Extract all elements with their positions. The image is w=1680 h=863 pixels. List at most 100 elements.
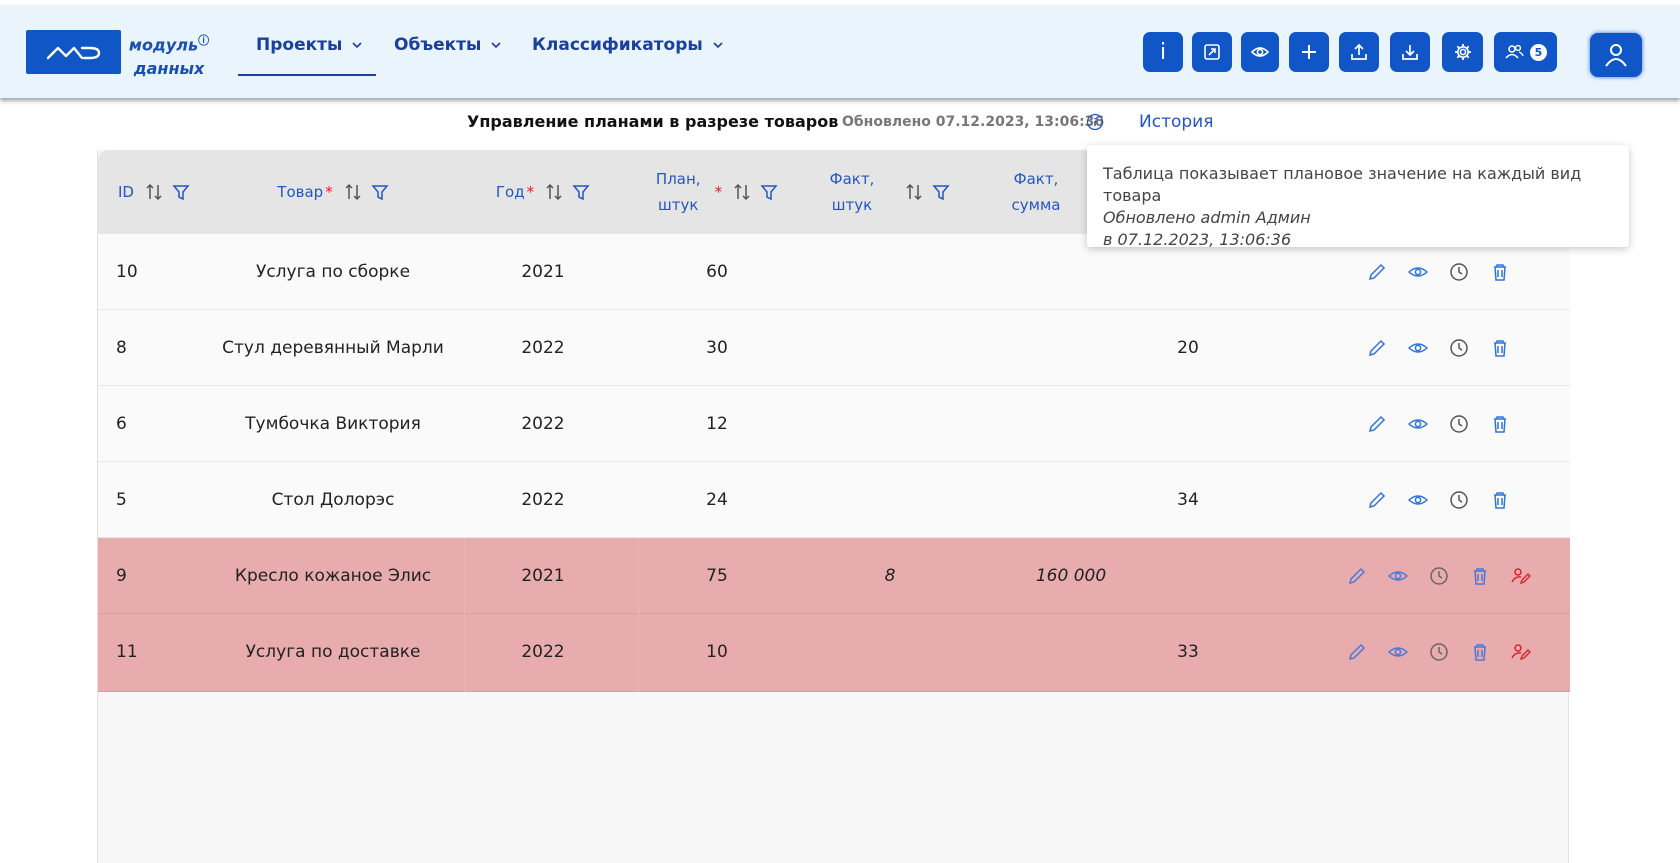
trash-icon[interactable]: [1489, 261, 1511, 283]
filter-icon[interactable]: [572, 183, 590, 201]
user-edit-icon[interactable]: [1510, 565, 1532, 587]
tooltip-text: Таблица показывает плановое значение на …: [1103, 164, 1582, 205]
eye-icon[interactable]: [1407, 413, 1429, 435]
column-header-product-label: Товар: [277, 183, 324, 201]
user-avatar-button[interactable]: [1590, 33, 1642, 77]
edit-icon[interactable]: [1346, 641, 1368, 663]
cell-extra: [1138, 386, 1238, 462]
sort-icon[interactable]: [144, 182, 164, 202]
table-row[interactable]: 6 Тумбочка Виктория 2022 12: [98, 386, 1570, 462]
trash-icon[interactable]: [1489, 489, 1511, 511]
history-icon[interactable]: [1448, 337, 1470, 359]
column-header-fact-sum[interactable]: Факт, сумма: [976, 150, 1096, 234]
settings-button[interactable]: [1442, 32, 1483, 72]
history-link[interactable]: История: [1139, 112, 1213, 132]
table-row-highlighted[interactable]: 9 Кресло кожаное Элис 2021 75 8 160 000: [98, 538, 1570, 614]
download-button[interactable]: [1390, 32, 1430, 72]
page-title: Управление планами в разрезе товаров: [467, 112, 839, 131]
cell-year: 2021: [521, 262, 565, 282]
history-icon[interactable]: [1448, 413, 1470, 435]
filter-icon[interactable]: [172, 183, 190, 201]
chevron-down-icon: [713, 42, 723, 49]
row-actions: [1366, 386, 1511, 462]
users-count-badge: 5: [1530, 43, 1547, 61]
logo-icon: [46, 46, 101, 60]
logo-line1: модуль: [128, 35, 199, 55]
column-header-fact-sum-line1: Факт,: [1013, 170, 1059, 188]
open-external-button[interactable]: [1192, 32, 1232, 72]
trash-icon[interactable]: [1489, 337, 1511, 359]
chevron-down-icon: [352, 42, 362, 49]
edit-icon[interactable]: [1366, 261, 1388, 283]
history-icon[interactable]: [1428, 641, 1450, 663]
edit-icon[interactable]: [1346, 565, 1368, 587]
eye-icon: [1250, 47, 1270, 57]
users-button[interactable]: 5: [1494, 32, 1557, 72]
column-header-year[interactable]: Год *: [456, 150, 630, 234]
trash-icon[interactable]: [1489, 413, 1511, 435]
add-button[interactable]: [1289, 32, 1329, 72]
logo[interactable]: [26, 30, 121, 74]
eye-icon[interactable]: [1407, 337, 1429, 359]
cell-plan: 12: [706, 414, 728, 434]
edit-icon[interactable]: [1366, 489, 1388, 511]
trash-icon[interactable]: [1469, 641, 1491, 663]
column-header-plan-line2: штук: [658, 196, 699, 214]
column-header-fact-qty-line2: штук: [831, 196, 873, 214]
sort-icon[interactable]: [343, 182, 363, 202]
column-header-plan[interactable]: План, штук *: [630, 150, 804, 234]
gear-icon: [1454, 44, 1471, 60]
upload-button[interactable]: [1339, 32, 1379, 72]
column-header-product[interactable]: Товар *: [210, 150, 456, 234]
cell-plan: 60: [706, 262, 728, 282]
eye-icon[interactable]: [1407, 261, 1429, 283]
view-button[interactable]: [1241, 32, 1279, 72]
info-icon: ⓘ: [198, 34, 210, 47]
logo-line2: данных: [133, 59, 205, 79]
eye-icon[interactable]: [1387, 565, 1409, 587]
cell-year: 2021: [521, 566, 565, 586]
cell-extra: 33: [1177, 642, 1199, 662]
chevron-down-icon: [491, 42, 501, 49]
filter-icon[interactable]: [932, 183, 950, 201]
sort-icon[interactable]: [904, 182, 924, 202]
edit-icon[interactable]: [1366, 337, 1388, 359]
cell-plan: 10: [706, 642, 728, 662]
info-icon[interactable]: [1086, 113, 1104, 131]
row-actions: [1366, 310, 1511, 386]
filter-icon[interactable]: [760, 183, 778, 201]
history-icon[interactable]: [1448, 261, 1470, 283]
table-row[interactable]: 5 Стол Долорэс 2022 24 34: [98, 462, 1570, 538]
user-edit-icon[interactable]: [1510, 641, 1532, 663]
nav-objects[interactable]: Объекты: [394, 35, 503, 55]
column-header-fact-qty-line1: Факт,: [829, 170, 875, 188]
eye-icon[interactable]: [1407, 489, 1429, 511]
edit-icon[interactable]: [1366, 413, 1388, 435]
cell-id: 8: [116, 338, 127, 358]
cell-fact-sum: 160 000: [1035, 566, 1107, 586]
cell-year: 2022: [521, 414, 565, 434]
plus-icon: [1302, 45, 1316, 59]
plans-table: ID Товар * Год * План, штук * Факт, штук Фак…: [97, 150, 1570, 863]
cell-product: Кресло кожаное Элис: [234, 566, 432, 586]
table-row[interactable]: 8 Стул деревянный Марли 2022 30 20: [98, 310, 1570, 386]
table-row-highlighted[interactable]: 11 Услуга по доставке 2022 10 33: [98, 614, 1570, 692]
filter-icon[interactable]: [371, 183, 389, 201]
history-icon[interactable]: [1428, 565, 1450, 587]
history-icon[interactable]: [1448, 489, 1470, 511]
column-header-id[interactable]: ID: [98, 150, 210, 234]
nav-classifiers[interactable]: Классификаторы: [532, 35, 725, 55]
sort-icon[interactable]: [732, 182, 752, 202]
required-mark: *: [526, 183, 535, 201]
eye-icon[interactable]: [1387, 641, 1409, 663]
upload-icon: [1351, 43, 1367, 60]
sort-icon[interactable]: [544, 182, 564, 202]
column-header-year-label: Год: [495, 183, 525, 201]
column-header-fact-sum-label: Факт, сумма: [1012, 166, 1061, 218]
column-header-fact-qty[interactable]: Факт, штук: [804, 150, 976, 234]
trash-icon[interactable]: [1469, 565, 1491, 587]
top-bar: модульⓘ данных Проекты Объекты Классифик…: [0, 5, 1680, 98]
cell-id: 10: [116, 262, 138, 282]
info-button[interactable]: i: [1143, 32, 1183, 72]
nav-projects[interactable]: Проекты: [256, 35, 364, 55]
